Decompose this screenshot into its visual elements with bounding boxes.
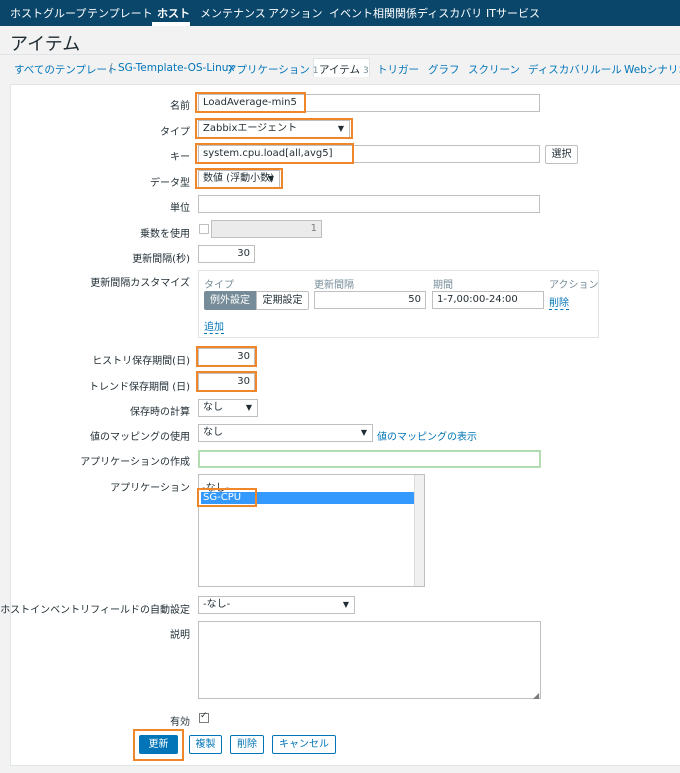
delete-button[interactable]: 削除 bbox=[230, 735, 264, 754]
description-label: 説明 bbox=[170, 630, 190, 641]
inventory-select[interactable]: -なし- ▼ bbox=[198, 596, 355, 614]
new-app-input[interactable] bbox=[198, 450, 541, 468]
nav-active-indicator bbox=[152, 22, 190, 26]
page-title: アイテム bbox=[10, 34, 81, 55]
trends-label: トレンド保存期間 (日) bbox=[89, 382, 190, 393]
key-label: キー bbox=[170, 152, 190, 163]
caret-down-icon: ▼ bbox=[245, 403, 252, 412]
tab-discovery-rules[interactable]: ディスカバリルール bbox=[528, 62, 622, 77]
key-input[interactable]: system.cpu.load[all,avg5] bbox=[198, 145, 540, 163]
nav-host-groups[interactable]: ホストグループ bbox=[10, 5, 86, 21]
name-input[interactable]: LoadAverage-min5 bbox=[198, 94, 540, 112]
trends-input[interactable]: 30 bbox=[198, 373, 255, 391]
type-select-value: Zabbixエージェント bbox=[203, 123, 298, 134]
custom-period-input[interactable]: 1-7,00:00-24:00 bbox=[432, 291, 544, 309]
caret-down-icon: ▼ bbox=[360, 428, 367, 437]
multiplier-label: 乗数を使用 bbox=[140, 229, 190, 240]
key-select-button[interactable]: 選択 bbox=[545, 145, 578, 164]
datatype-label: データ型 bbox=[150, 178, 190, 189]
custom-add-link[interactable]: 追加 bbox=[204, 318, 224, 334]
store-label: 保存時の計算 bbox=[130, 407, 190, 418]
nav-templates[interactable]: テンプレート bbox=[87, 5, 153, 21]
multiplier-input: 1 bbox=[211, 220, 322, 238]
nav-discovery[interactable]: ディスカバリ bbox=[417, 5, 482, 21]
history-label: ヒストリ保存期間(日) bbox=[92, 356, 190, 367]
caret-down-icon: ▼ bbox=[337, 124, 344, 133]
custom-col-period: 期間 bbox=[433, 280, 453, 291]
nav-correlation[interactable]: イベント相関関係 bbox=[329, 5, 417, 21]
custom-intervals-label: 更新間隔カスタマイズ bbox=[90, 278, 190, 289]
interval-input[interactable]: 30 bbox=[198, 245, 255, 263]
type-select[interactable]: Zabbixエージェント ▼ bbox=[198, 120, 350, 138]
unit-input[interactable] bbox=[198, 195, 540, 213]
custom-col-action: アクション bbox=[549, 280, 599, 291]
custom-remove-link[interactable]: 削除 bbox=[549, 294, 569, 310]
tab-web-scenarios[interactable]: Webシナリオ bbox=[624, 62, 680, 77]
applications-label: アプリケーション bbox=[110, 483, 190, 494]
cancel-button[interactable]: キャンセル bbox=[272, 735, 336, 754]
enabled-label: 有効 bbox=[170, 717, 190, 728]
custom-type-flexible[interactable]: 例外設定 bbox=[204, 291, 256, 310]
header-divider bbox=[0, 54, 680, 55]
caret-down-icon: ▼ bbox=[267, 174, 274, 183]
applications-listbox[interactable]: -なし- SG-CPU bbox=[198, 474, 425, 587]
caret-down-icon: ▼ bbox=[342, 600, 349, 609]
valuemap-label: 値のマッピングの使用 bbox=[90, 432, 190, 443]
tab-label: アプリケーション bbox=[226, 64, 310, 76]
multiplier-checkbox[interactable] bbox=[199, 224, 209, 234]
custom-interval-input[interactable]: 50 bbox=[314, 291, 426, 309]
enabled-checkbox[interactable] bbox=[199, 711, 209, 723]
tab-count: 1 bbox=[312, 66, 319, 76]
valuemap-select-value: なし bbox=[203, 427, 223, 438]
unit-label: 単位 bbox=[170, 203, 190, 214]
breadcrumb-all-templates[interactable]: すべてのテンプレート bbox=[14, 62, 118, 77]
top-navigation: ホストグループ テンプレート ホスト メンテナンス アクション イベント相関関係… bbox=[0, 0, 680, 26]
breadcrumb-separator: / bbox=[109, 62, 113, 74]
name-label: 名前 bbox=[170, 101, 190, 112]
datatype-select[interactable]: 数値 (浮動小数) ▼ bbox=[198, 170, 280, 188]
tab-graphs[interactable]: グラフ bbox=[428, 62, 460, 77]
nav-maintenance[interactable]: メンテナンス bbox=[200, 5, 266, 21]
clone-button[interactable]: 複製 bbox=[189, 735, 222, 754]
breadcrumb-template[interactable]: SG-Template-OS-Linux bbox=[118, 62, 235, 74]
nav-hosts[interactable]: ホスト bbox=[157, 5, 190, 21]
update-button[interactable]: 更新 bbox=[139, 735, 178, 754]
tab-label: アイテム bbox=[319, 64, 360, 76]
valuemap-select[interactable]: なし ▼ bbox=[198, 424, 373, 442]
inventory-label: ホストインベントリフィールドの自動設定 bbox=[0, 605, 190, 616]
applications-scrollbar[interactable] bbox=[414, 475, 424, 586]
interval-label: 更新間隔(秒) bbox=[132, 254, 190, 265]
inventory-select-value: -なし- bbox=[203, 599, 231, 610]
custom-col-type: タイプ bbox=[204, 280, 234, 291]
store-select-value: なし bbox=[203, 402, 223, 413]
tab-screens[interactable]: スクリーン bbox=[468, 62, 520, 77]
app-option-selected[interactable]: SG-CPU bbox=[201, 492, 414, 504]
resize-grip-icon[interactable]: ◢ bbox=[533, 691, 539, 700]
custom-type-scheduling[interactable]: 定期設定 bbox=[256, 291, 309, 310]
history-input[interactable]: 30 bbox=[198, 348, 255, 366]
new-app-label: アプリケーションの作成 bbox=[80, 457, 190, 468]
tab-applications[interactable]: アプリケーション 1 bbox=[226, 62, 319, 77]
nav-actions[interactable]: アクション bbox=[268, 5, 322, 21]
store-select[interactable]: なし ▼ bbox=[198, 399, 258, 417]
custom-col-interval: 更新間隔 bbox=[314, 280, 354, 291]
datatype-select-value: 数値 (浮動小数) bbox=[203, 173, 274, 184]
tab-count: 3 bbox=[362, 66, 369, 76]
description-textarea[interactable] bbox=[198, 621, 541, 699]
tab-items[interactable]: アイテム 3 bbox=[319, 62, 369, 77]
valuemap-show-link[interactable]: 値のマッピングの表示 bbox=[377, 428, 477, 443]
tab-triggers[interactable]: トリガー bbox=[377, 62, 419, 77]
nav-it-services[interactable]: ITサービス bbox=[486, 5, 540, 21]
type-label: タイプ bbox=[160, 127, 190, 138]
